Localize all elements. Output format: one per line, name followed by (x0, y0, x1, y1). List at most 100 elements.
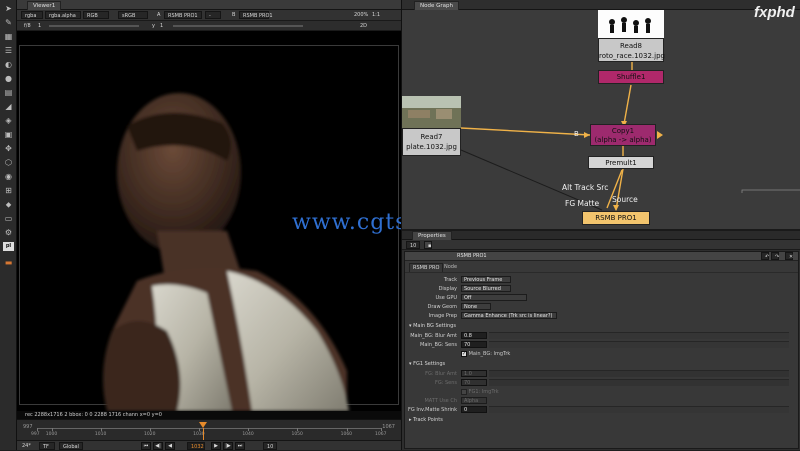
other-icon[interactable]: ▭ (3, 214, 14, 223)
close-icon[interactable]: ✕ (785, 252, 793, 260)
fg-sens-slider[interactable] (489, 379, 789, 386)
main-bg-blur-slider[interactable] (489, 332, 789, 339)
fg-matte-label: FG Matte (565, 199, 600, 208)
shrink-slider[interactable] (489, 406, 789, 413)
premult1-node[interactable]: Premult1 (588, 156, 654, 169)
pointer-icon[interactable]: ➤ (3, 4, 14, 13)
current-frame-field[interactable]: 1032 (187, 442, 205, 450)
sphere-icon[interactable]: ◐ (3, 60, 14, 69)
drawgeom-row: Draw Geom None (405, 303, 798, 311)
lock-icon[interactable]: ▪ (424, 241, 432, 249)
tab-viewer[interactable]: Viewer1 (27, 1, 62, 10)
color-icon[interactable]: ● (3, 74, 14, 83)
view-mode-dropdown[interactable]: 2D (357, 22, 371, 30)
track-points-header: Track Points (413, 417, 443, 423)
copy1-mask-arrow[interactable] (657, 131, 663, 139)
keyer-icon[interactable]: ◈ (3, 116, 14, 125)
fg-sens-input[interactable]: 70 (461, 379, 487, 386)
read8-node[interactable]: Read8 roto_race.1032.jpg (598, 38, 665, 62)
plugin-icon[interactable]: ⚙ (3, 228, 14, 237)
tab-rsmb-pro[interactable]: RSMB PRO (409, 263, 444, 272)
fg-imgtrk-checkbox[interactable] (461, 388, 467, 395)
undo-icon[interactable]: ↶ (761, 252, 769, 260)
read7-name: Read7 (420, 133, 443, 141)
frame-step[interactable]: 1 (35, 22, 45, 30)
tf-dropdown[interactable]: TF (39, 442, 55, 450)
play-forward-button[interactable]: ▶ (211, 442, 221, 450)
node-graph-panel[interactable]: Node Graph fxphd Read8 roto_race.1032.jp… (401, 0, 800, 229)
merge-icon[interactable]: ▣ (3, 130, 14, 139)
alt-track-label: Alt Track Src (562, 183, 609, 192)
gpu-dropdown[interactable]: Off (461, 294, 527, 301)
timeline-tick-mark (248, 428, 250, 431)
paint-icon[interactable]: ✎ (3, 18, 14, 27)
y-value[interactable]: 1 (157, 22, 167, 30)
read8-name: Read8 (619, 42, 643, 50)
main-bg-sens-input[interactable]: 70 (461, 341, 487, 348)
transform-icon[interactable]: ✥ (3, 144, 14, 153)
shuffle1-node[interactable]: Shuffle1 (598, 70, 664, 84)
gain-slider[interactable] (49, 25, 139, 27)
op-dropdown[interactable]: - (205, 11, 221, 19)
main-bg-section[interactable]: ▾ Main BG Settings (409, 322, 456, 330)
drawgeom-dropdown[interactable]: None (461, 303, 491, 310)
read7-node[interactable]: Read7 plate.1032.jpg (402, 128, 461, 156)
node-name-field[interactable]: RSMB PRO1 (457, 253, 487, 259)
alpha-dropdown[interactable]: rgba.alpha (45, 11, 81, 19)
track-dropdown[interactable]: Previous Frame (461, 276, 511, 283)
main-bg-sens-slider[interactable] (489, 341, 789, 348)
input-a-dropdown[interactable]: RSMB PRO1 (164, 11, 202, 19)
read8-file: roto_race.1032.jpg (599, 52, 665, 60)
timeline[interactable]: 997 1067 997 1000 1010 1020 1030 1040 1050 1060… (17, 419, 401, 440)
redo-icon[interactable]: ↷ (771, 252, 779, 260)
tab-properties[interactable]: Properties (412, 231, 452, 240)
goto-end-button[interactable]: ⏭ (235, 442, 245, 450)
fps-field[interactable]: 24* (19, 442, 35, 450)
read8-thumbnail (598, 10, 664, 38)
timeline-tick-label: 1067 (375, 432, 387, 437)
max-panels-field[interactable]: 10 (406, 241, 420, 249)
shrink-input[interactable]: 0 (461, 406, 487, 413)
timeline-tick-label: 1020 (144, 432, 156, 437)
fg-blur-input[interactable]: 1.0 (461, 370, 487, 377)
rsmb-pro1-node[interactable]: RSMB PRO1 (582, 211, 650, 225)
grid-icon[interactable]: ▦ (3, 32, 14, 41)
pl-icon[interactable]: pl (3, 242, 14, 251)
filter-icon[interactable]: ◢ (3, 102, 14, 111)
zoom-dropdown[interactable]: 200% (351, 11, 368, 19)
track-points-section[interactable]: ▸ Track Points (409, 416, 443, 424)
fg-blur-slider[interactable] (489, 370, 789, 377)
properties-toolbar: 10 ▪ (402, 240, 800, 250)
timeline-tick-label: 1000 (45, 432, 58, 437)
flag-icon[interactable]: ▬ (3, 258, 14, 267)
channels-dropdown[interactable]: rgba (21, 11, 43, 19)
ratio-dropdown[interactable]: 1:1 (369, 11, 383, 19)
main-bg-imgtrk-checkbox[interactable]: ✓ (461, 350, 467, 357)
lut-dropdown[interactable]: sRGB (118, 11, 148, 19)
matt-dropdown[interactable]: Alpha (461, 397, 487, 404)
step-field[interactable]: 10 (263, 442, 277, 450)
view-icon[interactable]: ◉ (3, 172, 14, 181)
tab-node[interactable]: Node (441, 263, 460, 271)
input-b-dropdown[interactable]: RSMB PRO1 (239, 11, 273, 19)
scope-dropdown[interactable]: Global (59, 442, 83, 450)
gamma-slider[interactable] (173, 25, 303, 27)
copy1-node[interactable]: Copy1 (alpha -> alpha) (590, 124, 656, 146)
tag-icon[interactable]: ⬥ (3, 200, 14, 209)
main-bg-blur-input[interactable]: 0.8 (461, 332, 487, 339)
play-back-button[interactable]: ◀ (165, 442, 175, 450)
next-frame-button[interactable]: |▶ (223, 442, 233, 450)
prev-frame-button[interactable]: ◀| (153, 442, 163, 450)
metadata-icon[interactable]: ⊞ (3, 186, 14, 195)
display-dropdown[interactable]: Source Blurred (461, 285, 511, 292)
stack-icon[interactable]: ▤ (3, 88, 14, 97)
main-bg-blur-row: Main_BG: Blur Amt 0.8 (405, 332, 798, 340)
fg1-section[interactable]: ▾ FG1 Settings (409, 360, 445, 368)
goto-start-button[interactable]: ⏮ (141, 442, 151, 450)
viewer-info-bar: rec 2288x1716 2 bbox: 0 0 2288 1716 chan… (17, 411, 401, 419)
3d-icon[interactable]: ⬡ (3, 158, 14, 167)
layers-icon[interactable]: ☰ (3, 46, 14, 55)
imageprep-dropdown[interactable]: Gamma Enhance (Trk src is linear?) (461, 312, 557, 319)
main-bg-imgtrk-label: Main_BG: ImgTrk (468, 351, 511, 357)
colorspace-dropdown[interactable]: RGB (83, 11, 109, 19)
